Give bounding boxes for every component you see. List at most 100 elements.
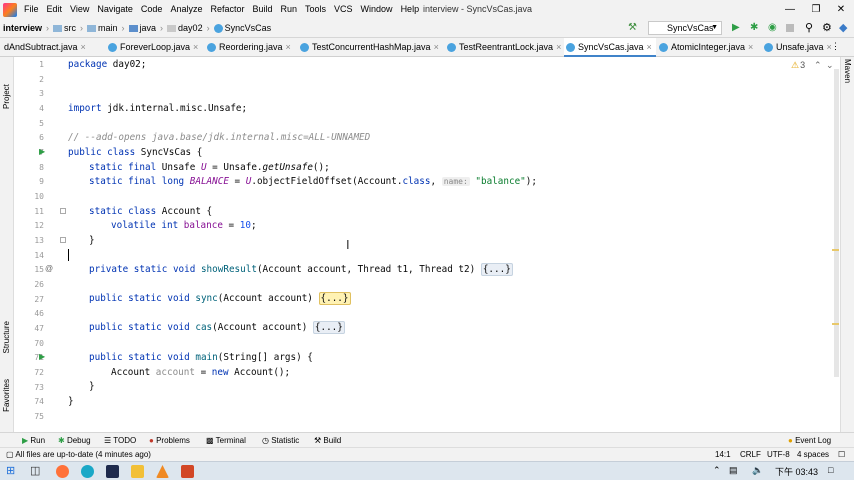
file-encoding[interactable]: UTF-8 — [767, 448, 790, 461]
coverage-icon[interactable]: ◉ — [768, 22, 777, 33]
close-tab-icon[interactable]: × — [556, 42, 561, 52]
tab-atomicinteger[interactable]: AtomicInteger.java × — [657, 38, 753, 57]
close-tab-icon[interactable]: × — [193, 42, 198, 52]
tab-label: TestConcurrentHashMap.java — [312, 42, 431, 52]
tab-reordering[interactable]: Reordering.java × — [205, 38, 291, 57]
line-number: 1 — [39, 60, 44, 69]
task-view-icon[interactable]: ◫ — [30, 464, 40, 477]
tool-favorites[interactable]: Favorites — [2, 379, 11, 412]
breadcrumb-class[interactable]: SyncVsCas — [211, 23, 275, 33]
folded-block[interactable]: {...} — [480, 263, 513, 276]
tab-foreverloop[interactable]: ForeverLoop.java × — [106, 38, 198, 57]
menu-file[interactable]: File — [20, 0, 43, 19]
close-tab-icon[interactable]: × — [286, 42, 291, 52]
volume-icon[interactable]: 🔈 — [752, 465, 763, 476]
close-tab-icon[interactable]: × — [434, 42, 439, 52]
tray-chevron-icon[interactable]: ⌃ — [713, 465, 721, 476]
menu-run[interactable]: Run — [277, 0, 302, 19]
windows-start-icon[interactable]: ⊞ — [6, 464, 15, 477]
powerpoint-icon[interactable] — [181, 465, 194, 478]
tool-maven[interactable]: Maven — [843, 59, 852, 83]
tab-testreentrantlock[interactable]: TestReentrantLock.java × — [445, 38, 561, 57]
stop-icon[interactable] — [786, 24, 794, 32]
folded-block[interactable]: {...} — [312, 321, 345, 334]
gear-icon[interactable]: ⚙ — [822, 21, 832, 34]
fold-marker-icon[interactable] — [60, 208, 66, 214]
tab-unsafe[interactable]: Unsafe.java × — [762, 38, 832, 57]
breadcrumb-package[interactable]: day02 — [164, 23, 206, 33]
menu-refactor[interactable]: Refactor — [206, 0, 248, 19]
restore-icon[interactable]: ❐ — [803, 0, 829, 19]
toolwindow-statistic[interactable]: ◷ Statistic — [262, 433, 299, 448]
fold-marker-icon[interactable] — [60, 237, 66, 243]
tab-addandsubtract[interactable]: dAndSubtract.java × — [0, 38, 86, 57]
menu-navigate[interactable]: Navigate — [93, 0, 137, 19]
menu-vcs[interactable]: VCS — [330, 0, 357, 19]
toolwindow-build[interactable]: ⚒ Build — [314, 433, 341, 448]
menu-window[interactable]: Window — [357, 0, 397, 19]
menu-analyze[interactable]: Analyze — [166, 0, 206, 19]
menu-code[interactable]: Code — [137, 0, 167, 19]
intellij-logo-icon — [3, 2, 17, 17]
next-highlight-icon[interactable]: ⌄ — [826, 60, 834, 71]
indent-setting[interactable]: 4 spaces — [797, 448, 829, 461]
edge-icon[interactable] — [81, 465, 94, 478]
menu-help[interactable]: Help — [397, 0, 424, 19]
event-log-button[interactable]: ● Event Log — [788, 433, 831, 448]
run-icon[interactable]: ▶ — [732, 22, 740, 33]
tab-label: dAndSubtract.java — [4, 42, 78, 52]
code-text: (Account account, Thread t1, Thread t2) — [256, 264, 481, 275]
run-config-select[interactable]: SyncVsCas ▼ — [648, 21, 722, 35]
close-tab-icon[interactable]: × — [81, 42, 86, 52]
notification-icon[interactable]: □ — [828, 465, 833, 475]
clock[interactable]: 下午 03:43 — [775, 465, 818, 478]
menu-build[interactable]: Build — [248, 0, 276, 19]
breadcrumb-main[interactable]: main — [84, 23, 121, 33]
annotation-gutter-icon[interactable]: @ — [45, 264, 53, 273]
folded-block[interactable]: {...} — [318, 292, 351, 305]
scrollbar[interactable] — [834, 69, 839, 377]
file-explorer-icon[interactable] — [131, 465, 144, 478]
breadcrumb-project[interactable]: interview — [0, 23, 45, 33]
run-gutter-icon[interactable]: ▶ — [39, 147, 45, 156]
vlc-icon[interactable] — [156, 465, 169, 478]
close-tab-icon[interactable]: × — [647, 42, 652, 52]
build-hammer-icon[interactable]: ⚒ — [628, 22, 637, 33]
intellij-icon[interactable] — [106, 465, 119, 478]
toolwindow-problems[interactable]: ● Problems — [149, 433, 190, 448]
line-separator[interactable]: CRLF — [740, 448, 761, 461]
tab-list-icon[interactable]: ⋮ — [831, 41, 840, 52]
debug-icon[interactable]: ✱ — [750, 22, 758, 33]
toolwindow-todo[interactable]: ☰ TODO — [104, 433, 136, 448]
navigation-bar: interview › src › main › java › day02 › … — [0, 19, 854, 38]
firefox-icon[interactable] — [56, 465, 69, 478]
breadcrumb-src[interactable]: src — [50, 23, 79, 33]
minimize-icon[interactable]: — — [777, 0, 803, 19]
run-gutter-icon[interactable]: ▶ — [39, 352, 45, 361]
warning-icon[interactable]: ⚠3 — [791, 60, 805, 71]
close-icon[interactable]: ✕ — [828, 0, 854, 19]
toolwindow-terminal[interactable]: ▩ Terminal — [206, 433, 246, 448]
previous-highlight-icon[interactable]: ⌃ — [814, 60, 822, 71]
status-message[interactable]: ▢ All files are up-to-date (4 minutes ag… — [6, 448, 151, 461]
menu-view[interactable]: View — [66, 0, 93, 19]
tool-structure[interactable]: Structure — [2, 321, 11, 353]
tool-project[interactable]: Project — [2, 49, 11, 109]
toolwindow-run[interactable]: ▶ Run — [22, 433, 45, 448]
tab-syncvscas[interactable]: SyncVsCas.java × — [564, 38, 656, 57]
close-tab-icon[interactable]: × — [748, 42, 753, 52]
line-number: 72 — [34, 368, 44, 377]
jetbrains-icon[interactable]: ◆ — [839, 21, 847, 34]
breadcrumb-java[interactable]: java — [126, 23, 160, 33]
line-number: 26 — [34, 280, 44, 289]
search-icon[interactable]: ⚲ — [805, 21, 813, 34]
toolwindow-debug[interactable]: ✱ Debug — [58, 433, 91, 448]
lock-icon[interactable]: ☐ — [838, 448, 845, 461]
breadcrumb-project-label: interview — [3, 23, 43, 33]
tab-testconcurrenthashmap[interactable]: TestConcurrentHashMap.java × — [298, 38, 439, 57]
network-icon[interactable]: ▤ — [729, 465, 738, 476]
code-editor[interactable]: package day02; import jdk.internal.misc.… — [68, 57, 840, 432]
caret-position[interactable]: 14:1 — [715, 448, 731, 461]
menu-edit[interactable]: Edit — [43, 0, 67, 19]
menu-tools[interactable]: Tools — [301, 0, 330, 19]
